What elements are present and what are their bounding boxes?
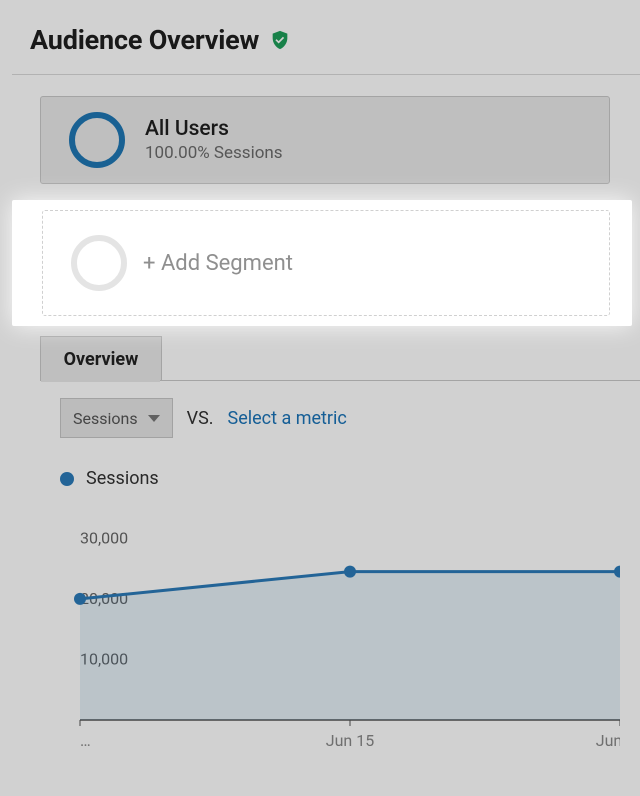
series-label: Sessions	[86, 468, 159, 489]
add-segment-label: + Add Segment	[143, 251, 293, 276]
sessions-line-chart: 10,00020,00030,000…Jun 15Jun 16	[60, 500, 620, 760]
segment-all-users[interactable]: All Users 100.00% Sessions	[40, 96, 610, 184]
tab-label: Overview	[64, 349, 139, 370]
svg-text:Jun 16: Jun 16	[596, 731, 620, 750]
segment-ring-icon	[69, 112, 125, 168]
select-secondary-metric-link[interactable]: Select a metric	[228, 408, 347, 429]
svg-text:Jun 15: Jun 15	[326, 731, 374, 750]
caret-down-icon	[148, 415, 160, 422]
segment-ring-placeholder-icon	[71, 235, 127, 291]
vs-label: VS.	[187, 408, 214, 429]
add-segment-button[interactable]: + Add Segment	[42, 210, 610, 316]
chart-legend: Sessions	[60, 468, 159, 489]
primary-metric-dropdown[interactable]: Sessions	[60, 398, 173, 438]
series-dot-icon	[60, 472, 74, 486]
primary-metric-value: Sessions	[73, 409, 138, 428]
svg-text:30,000: 30,000	[80, 528, 128, 547]
segment-name: All Users	[145, 117, 283, 141]
segment-share: 100.00% Sessions	[145, 143, 283, 163]
page-title: Audience Overview	[30, 24, 259, 56]
tab-overview[interactable]: Overview	[40, 336, 162, 381]
header-divider	[12, 74, 640, 75]
verified-shield-icon	[269, 29, 291, 51]
svg-text:…: …	[80, 731, 91, 750]
